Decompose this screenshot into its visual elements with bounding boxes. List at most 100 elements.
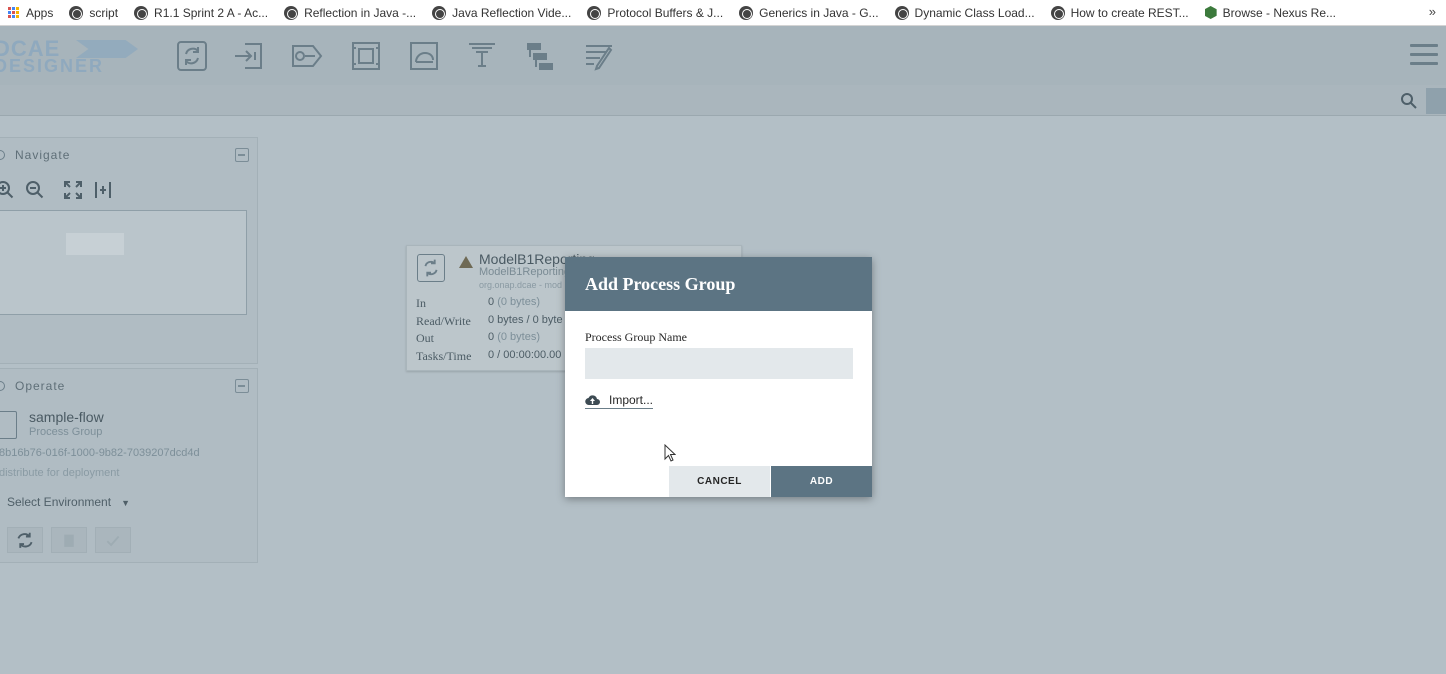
navigate-title: Navigate [15, 148, 71, 162]
add-process-group-dialog: Add Process Group Process Group Name Imp… [565, 257, 872, 497]
bookmark-item[interactable]: Reflection in Java -... [276, 0, 424, 25]
globe-icon [284, 5, 299, 20]
hamburger-menu-icon[interactable] [1410, 44, 1438, 68]
globe-icon [1050, 5, 1065, 20]
hand-icon [0, 381, 5, 391]
operate-title: Operate [15, 379, 66, 393]
refresh-icon [17, 532, 33, 548]
bookmark-label: script [89, 5, 119, 20]
collapse-navigate-icon[interactable] [235, 148, 249, 162]
process-group-name-label: Process Group Name [585, 330, 687, 344]
process-group-icon [0, 411, 17, 439]
zoom-in-icon[interactable] [0, 180, 15, 200]
process-group-bundle: org.onap.dcae - mod [479, 280, 563, 290]
distribute-label: distribute for deployment [0, 467, 120, 479]
search-strip [0, 85, 1446, 116]
bookmark-item[interactable]: How to create REST... [1043, 0, 1197, 25]
globe-icon [134, 5, 149, 20]
logo-line2: DESIGNER [0, 56, 105, 76]
bookmark-label: Protocol Buffers & J... [607, 5, 724, 20]
stat-row-in: In 0 (0 bytes) [416, 296, 540, 311]
bookmark-apps[interactable]: Apps [0, 0, 61, 25]
bookmark-item[interactable]: R1.1 Sprint 2 A - Ac... [126, 0, 276, 25]
trash-icon [64, 534, 74, 547]
dialog-header: Add Process Group [565, 257, 872, 311]
output-port-tool-icon[interactable] [291, 40, 323, 72]
refresh-button[interactable] [7, 527, 43, 553]
process-group-type: ModelB1Reporting [479, 266, 571, 278]
delete-button[interactable] [51, 527, 87, 553]
app-header: DCAE DESIGNER [0, 26, 1446, 85]
stat-value: 0 bytes / 0 byte [488, 314, 563, 326]
import-label: Import... [609, 393, 654, 407]
warning-icon [459, 256, 473, 268]
process-group-name-input[interactable] [585, 348, 853, 379]
stat-value: 0 (0 bytes) [488, 331, 540, 343]
bookmark-item[interactable]: script [61, 0, 126, 25]
dialog-title: Add Process Group [585, 274, 736, 294]
bookmarks-bar: Apps script R1.1 Sprint 2 A - Ac... Refl… [0, 0, 1446, 26]
processor-tool-icon[interactable] [176, 40, 208, 72]
operate-panel: Operate sample-flow Process Group 8b16b7… [0, 368, 258, 563]
bookmark-item[interactable]: Browse - Nexus Re... [1197, 0, 1344, 25]
actual-size-icon[interactable] [93, 180, 113, 200]
fit-screen-icon[interactable] [63, 180, 83, 200]
bookmark-item[interactable]: Generics in Java - G... [731, 0, 886, 25]
bookmark-label: How to create REST... [1070, 5, 1189, 20]
bookmark-label: Dynamic Class Load... [914, 5, 1035, 20]
process-group-refresh-icon [417, 254, 445, 282]
zoom-out-icon[interactable] [25, 180, 45, 200]
environment-select-value: Select Environment [7, 495, 112, 509]
cancel-button[interactable]: CANCEL [669, 466, 770, 497]
submit-button[interactable] [95, 527, 131, 553]
stat-row-tasks-time: Tasks/Time 0 / 00:00:00.00 [416, 349, 561, 364]
bookmark-item[interactable]: Protocol Buffers & J... [579, 0, 731, 25]
stat-key: In [416, 296, 426, 310]
mouse-cursor-icon [664, 443, 677, 462]
add-button[interactable]: ADD [771, 466, 872, 497]
funnel-tool-icon[interactable] [466, 40, 498, 72]
stat-value: 0 / 00:00:00.00 [488, 349, 562, 361]
bookmark-item[interactable]: Java Reflection Vide... [424, 0, 579, 25]
operate-component-type: Process Group [29, 426, 103, 438]
app-logo: DCAE DESIGNER [0, 36, 144, 76]
input-port-tool-icon[interactable] [233, 40, 265, 72]
navigate-tools [0, 180, 113, 200]
operate-component-name: sample-flow [29, 409, 104, 425]
bookmark-item[interactable]: Dynamic Class Load... [887, 0, 1043, 25]
globe-icon [69, 5, 84, 20]
nexus-icon [1204, 6, 1217, 19]
cloud-upload-icon [585, 394, 600, 406]
import-link[interactable]: Import... [585, 393, 654, 409]
compass-icon [0, 150, 5, 160]
chevron-down-icon: ▼ [121, 498, 130, 508]
stat-key: Read/Write [416, 314, 471, 328]
collapse-operate-icon[interactable] [235, 379, 249, 393]
environment-select[interactable]: Select Environment ▼ [7, 495, 130, 509]
stat-key: Tasks/Time [416, 349, 472, 363]
search-icon[interactable] [1400, 92, 1418, 110]
template-tool-icon[interactable] [524, 40, 556, 72]
bookmark-label: Apps [26, 5, 54, 20]
bookmark-label: R1.1 Sprint 2 A - Ac... [154, 5, 269, 20]
label-tool-icon[interactable] [583, 40, 615, 72]
bookmark-label: Browse - Nexus Re... [1222, 5, 1337, 20]
stat-row-out: Out 0 (0 bytes) [416, 331, 540, 346]
birdseye-viewport [66, 233, 124, 255]
stat-row-read-write: Read/Write 0 bytes / 0 byte [416, 314, 563, 329]
flow-status-toggle[interactable] [1426, 88, 1446, 114]
bookmark-label: Generics in Java - G... [759, 5, 879, 20]
navigate-panel: Navigate [0, 137, 258, 364]
dialog-footer: CANCEL ADD [565, 466, 872, 497]
bookmark-label: Reflection in Java -... [304, 5, 417, 20]
apps-grid-icon [8, 6, 20, 19]
globe-icon [587, 5, 602, 20]
bookmarks-overflow-button[interactable]: » [1429, 4, 1436, 19]
operate-buttons [7, 527, 131, 553]
birdseye-view[interactable] [0, 210, 247, 315]
check-icon [106, 535, 120, 547]
globe-icon [432, 5, 447, 20]
process-group-tool-icon[interactable] [350, 40, 382, 72]
remote-process-group-tool-icon[interactable] [408, 40, 440, 72]
stat-value: 0 (0 bytes) [488, 296, 540, 308]
